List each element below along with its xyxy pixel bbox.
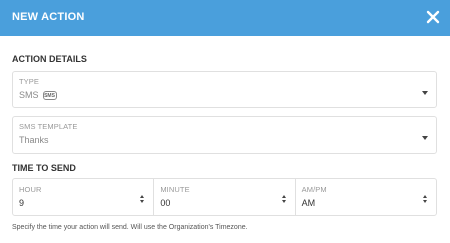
type-label: TYPE: [19, 77, 39, 86]
sms-template-select[interactable]: SMS TEMPLATE Thanks: [12, 116, 437, 154]
timezone-helper-text: Specify the time your action will send. …: [12, 224, 248, 231]
type-value: SMS: [19, 90, 39, 100]
chevron-down-icon: [422, 136, 428, 140]
type-select[interactable]: TYPE SMS SMS: [12, 71, 437, 108]
hour-value: 9: [19, 198, 25, 208]
hour-stepper-icon[interactable]: [140, 195, 146, 205]
hour-field[interactable]: HOUR 9: [13, 179, 155, 215]
ampm-value: AM: [301, 198, 316, 208]
sms-icon: SMS: [42, 90, 57, 100]
ampm-stepper-icon[interactable]: [422, 195, 429, 205]
time-to-send-heading: TIME TO SEND: [12, 163, 76, 173]
close-button[interactable]: [426, 9, 440, 25]
sms-template-value: Thanks: [19, 135, 49, 145]
close-icon: [426, 10, 440, 24]
action-details-heading: ACTION DETAILS: [12, 54, 87, 64]
ampm-label: AM/PM: [301, 185, 327, 194]
sms-template-label: SMS TEMPLATE: [19, 122, 78, 131]
ampm-field[interactable]: AM/PM AM: [296, 179, 436, 215]
minute-value: 00: [160, 198, 171, 208]
minute-stepper-icon[interactable]: [281, 195, 288, 205]
chevron-down-icon: [422, 91, 428, 95]
time-fields-row: HOUR 9 MINUTE 00 AM/PM AM: [12, 178, 437, 216]
hour-label: HOUR: [19, 185, 42, 194]
minute-field[interactable]: MINUTE 00: [154, 179, 296, 215]
modal-header: NEW ACTION: [0, 0, 450, 36]
modal-title: NEW ACTION: [12, 11, 85, 23]
type-value-wrap: SMS SMS: [19, 90, 57, 100]
minute-label: MINUTE: [160, 185, 190, 194]
